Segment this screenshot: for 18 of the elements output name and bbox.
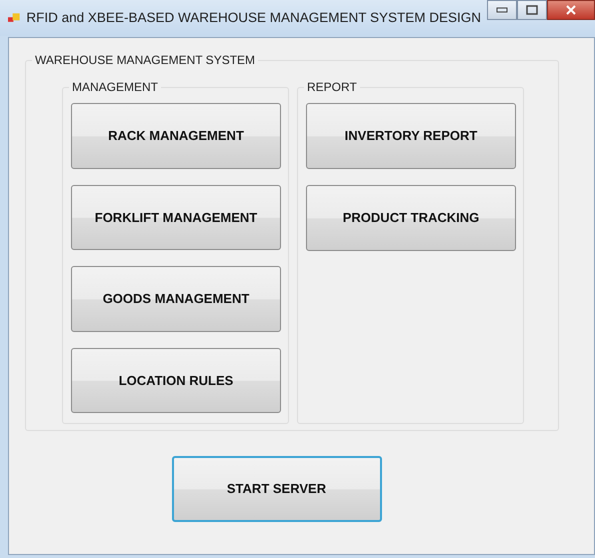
group-title: REPORT — [304, 80, 360, 94]
minimize-button[interactable] — [487, 0, 517, 20]
menu-button[interactable]: GOODS MANAGEMENT — [71, 266, 281, 332]
menu-button[interactable]: RACK MANAGEMENT — [71, 103, 281, 168]
close-icon — [565, 5, 577, 15]
menu-button[interactable]: INVERTORY REPORT — [306, 103, 516, 169]
close-button[interactable] — [547, 0, 595, 20]
group-title: MANAGEMENT — [69, 80, 162, 94]
maximize-icon — [526, 5, 538, 15]
menu-button[interactable]: PRODUCT TRACKING — [306, 185, 516, 251]
group-title: WAREHOUSE MANAGEMENT SYSTEM — [32, 53, 258, 67]
window-title: RFID and XBEE-BASED WAREHOUSE MANAGEMENT SYSTEM DESIGN — [26, 8, 481, 27]
menu-button[interactable]: LOCATION RULES — [71, 348, 281, 413]
app-icon — [8, 11, 20, 25]
menu-button[interactable]: FORKLIFT MANAGEMENT — [71, 184, 281, 250]
start-server-button[interactable]: START SERVER — [172, 456, 382, 522]
minimize-icon — [496, 7, 508, 13]
maximize-button[interactable] — [517, 0, 547, 20]
